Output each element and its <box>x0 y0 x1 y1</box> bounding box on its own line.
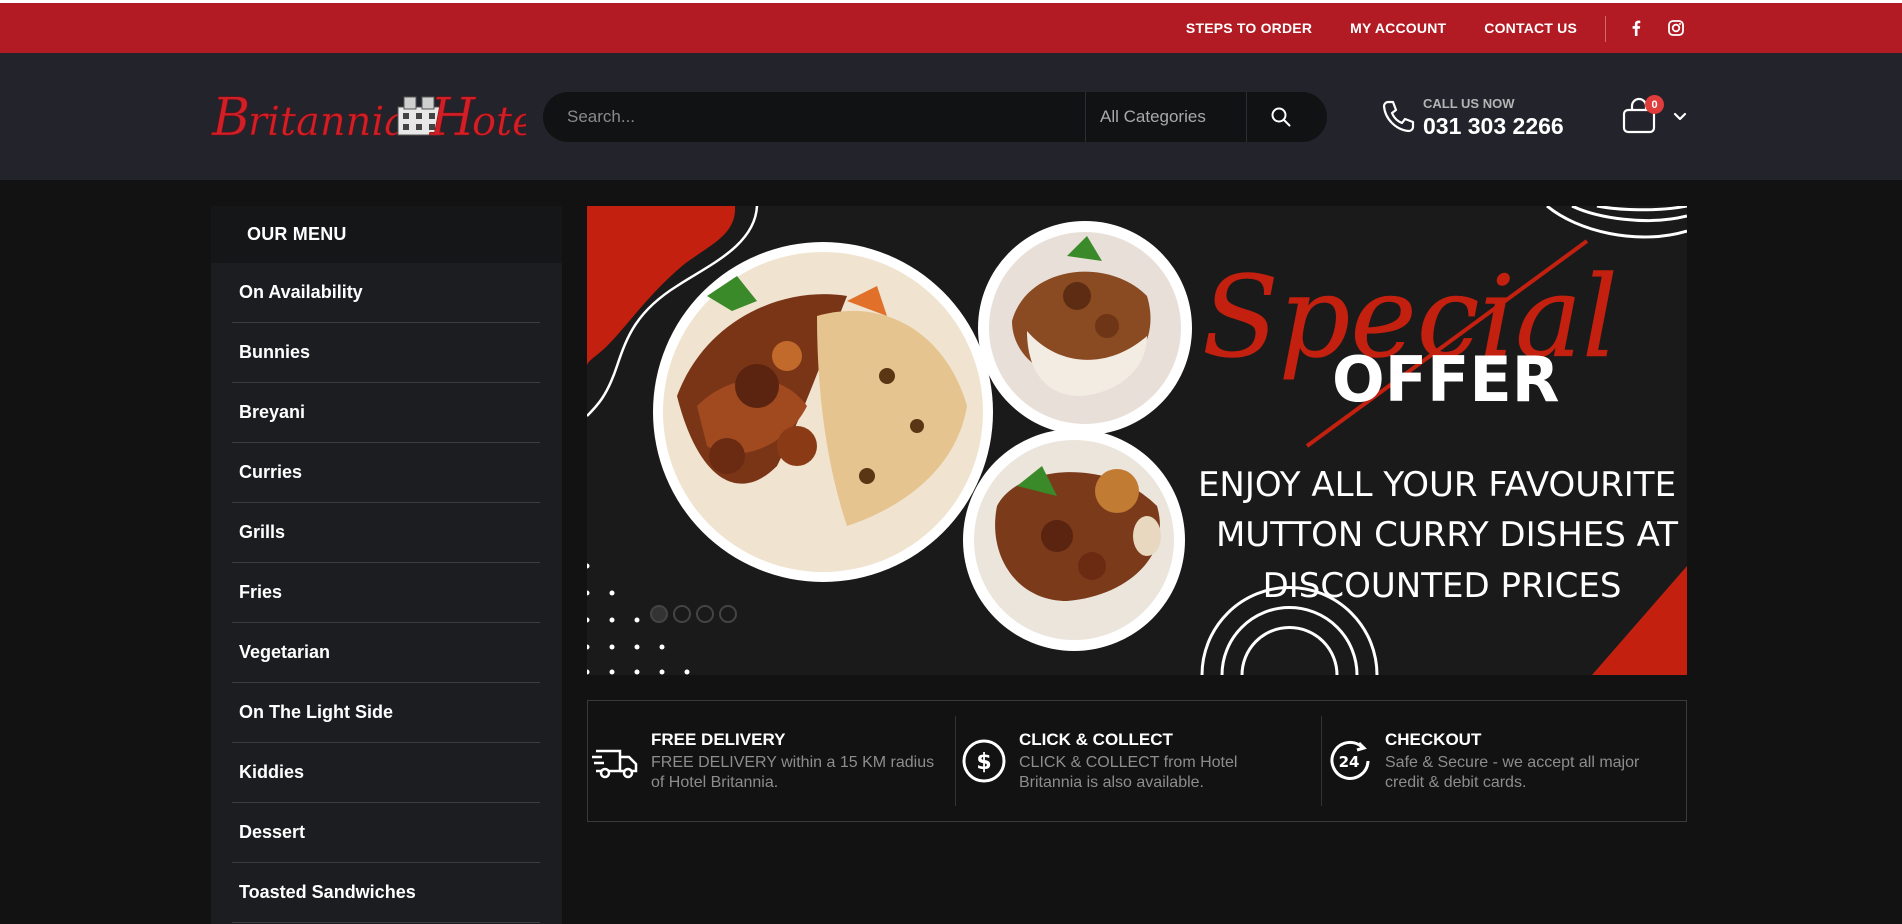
britannia-hotel-logo[interactable]: B ritannia H otel <box>210 83 549 153</box>
svg-text:H: H <box>429 88 477 148</box>
sidebar-item-on-the-light-side[interactable]: On The Light Side <box>232 683 540 743</box>
svg-text:24: 24 <box>1339 753 1360 771</box>
nav-contact-us[interactable]: CONTACT US <box>1484 20 1577 36</box>
search-input[interactable] <box>543 92 1083 142</box>
feature-text: Safe & Secure - we accept all major cred… <box>1385 753 1685 793</box>
features-row: FREE DELIVERY FREE DELIVERY within a 15 … <box>587 700 1687 822</box>
feature-text-line: credit & debit cards. <box>1385 774 1527 791</box>
social-links <box>1625 17 1687 39</box>
facebook-icon[interactable] <box>1625 17 1647 39</box>
feature-text: FREE DELIVERY within a 15 KM radius of H… <box>651 753 951 793</box>
cart-count-badge: 0 <box>1645 95 1664 114</box>
feature-text-line: CLICK & COLLECT from Hotel <box>1019 754 1238 771</box>
sidebar-item-fries[interactable]: Fries <box>232 563 540 623</box>
feature-text-line: of Hotel Britannia. <box>651 774 779 791</box>
feature-text-line: Britannia is also available. <box>1019 774 1204 791</box>
search-icon <box>1271 107 1291 127</box>
sidebar-item-kiddies[interactable]: Kiddies <box>232 743 540 803</box>
sidebar-item-toasted-sandwiches[interactable]: Toasted Sandwiches <box>232 863 540 923</box>
search-bar: All Categories <box>543 92 1327 142</box>
feature-checkout: 24 CHECKOUT Safe & Secure - we accept al… <box>1322 701 1686 821</box>
header: B ritannia H otel All Categories CALL US… <box>0 53 1902 180</box>
banner-line-3: DISCOUNTED PRICES <box>1263 566 1622 606</box>
banner-offer-text: OFFER <box>1332 343 1560 416</box>
promo-banner[interactable]: Special OFFER ENJOY ALL YOUR FAVOURITE M… <box>587 206 1687 675</box>
nav-my-account[interactable]: MY ACCOUNT <box>1350 20 1446 36</box>
feature-title: CLICK & COLLECT <box>1019 730 1173 749</box>
nav-steps-to-order[interactable]: STEPS TO ORDER <box>1186 20 1312 36</box>
sidebar-item-grills[interactable]: Grills <box>232 503 540 563</box>
sidebar-title: OUR MENU <box>211 206 562 263</box>
truck-icon <box>592 737 640 785</box>
svg-text:$: $ <box>976 750 991 775</box>
feature-text: CLICK & COLLECT from Hotel Britannia is … <box>1019 753 1309 793</box>
category-select-label: All Categories <box>1100 107 1206 126</box>
sidebar-item-vegetarian[interactable]: Vegetarian <box>232 623 540 683</box>
food-image-plate <box>963 429 1185 651</box>
sidebar-item-breyani[interactable]: Breyani <box>232 383 540 443</box>
phone-icon <box>1378 96 1418 136</box>
feature-free-delivery: FREE DELIVERY FREE DELIVERY within a 15 … <box>588 701 955 821</box>
dollar-icon: $ <box>960 737 1008 785</box>
call-us-number[interactable]: 031 303 2266 <box>1423 113 1564 140</box>
call-us-label: CALL US NOW <box>1423 96 1515 111</box>
feature-text-line: FREE DELIVERY within a 15 KM radius <box>651 754 935 771</box>
menu-list: On Availability Bunnies Breyani Curries … <box>211 263 562 923</box>
menu-sidebar: OUR MENU On Availability Bunnies Breyani… <box>211 206 562 924</box>
top-divider <box>1605 16 1606 42</box>
chevron-down-icon[interactable] <box>1672 109 1688 125</box>
banner-line-2: MUTTON CURRY DISHES AT <box>1216 515 1678 555</box>
top-nav: STEPS TO ORDER MY ACCOUNT CONTACT US <box>1186 3 1577 53</box>
svg-text:B: B <box>211 88 250 148</box>
food-image-bowl <box>978 221 1192 435</box>
feature-title: FREE DELIVERY <box>651 730 786 749</box>
svg-text:ritannia: ritannia <box>248 99 408 145</box>
clock-24-icon: 24 <box>1326 737 1374 785</box>
feature-title: CHECKOUT <box>1385 730 1482 749</box>
food-image-large <box>653 242 993 582</box>
sidebar-item-dessert[interactable]: Dessert <box>232 803 540 863</box>
instagram-icon[interactable] <box>1665 17 1687 39</box>
feature-click-collect: $ CLICK & COLLECT CLICK & COLLECT from H… <box>956 701 1322 821</box>
sidebar-item-bunnies[interactable]: Bunnies <box>232 323 540 383</box>
sidebar-item-on-availability[interactable]: On Availability <box>232 263 540 323</box>
category-select[interactable]: All Categories <box>1085 92 1247 142</box>
top-bar: STEPS TO ORDER MY ACCOUNT CONTACT US <box>0 0 1902 53</box>
feature-text-line: Safe & Secure - we accept all major <box>1385 754 1640 771</box>
banner-line-1: ENJOY ALL YOUR FAVOURITE <box>1198 465 1676 505</box>
svg-text:otel: otel <box>472 99 526 145</box>
search-button[interactable] <box>1251 92 1311 142</box>
sidebar-item-curries[interactable]: Curries <box>232 443 540 503</box>
